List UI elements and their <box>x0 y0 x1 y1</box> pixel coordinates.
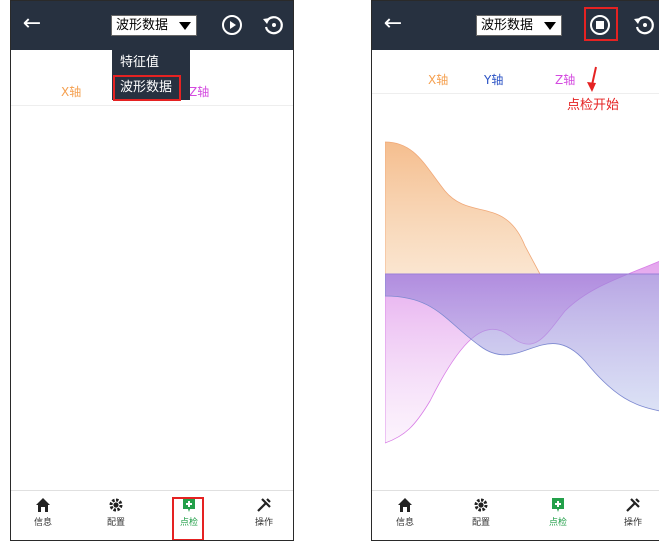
select-value: 波形数据 <box>481 18 534 33</box>
tab-x-axis[interactable]: X轴 <box>61 83 81 100</box>
tab-x-axis[interactable]: X轴 <box>428 71 448 88</box>
annotation-arrow-icon <box>587 66 597 92</box>
dropdown-option-feature[interactable]: 特征值 <box>112 50 190 75</box>
gear-icon <box>109 498 123 512</box>
bottom-nav: 信息 配置 点检 操作 <box>11 490 293 540</box>
caret-down-icon <box>179 22 191 30</box>
tab-z-axis[interactable]: Z轴 <box>189 83 209 100</box>
tab-z-axis[interactable]: Z轴 <box>555 71 575 88</box>
nav-info[interactable]: 信息 <box>18 495 68 535</box>
nav-label: 点检 <box>548 518 567 528</box>
play-icon[interactable] <box>220 13 244 37</box>
nav-label: 配置 <box>106 518 125 528</box>
gear-icon <box>474 498 488 512</box>
tab-y-axis[interactable]: Y轴 <box>484 71 503 88</box>
highlight-box <box>113 75 181 101</box>
highlight-box <box>172 497 204 540</box>
highlight-box <box>584 7 618 41</box>
inspection-icon <box>552 498 564 512</box>
home-icon <box>36 498 50 512</box>
nav-label: 信息 <box>395 518 414 528</box>
nav-label: 信息 <box>33 518 52 528</box>
nav-operation[interactable]: 操作 <box>239 495 289 535</box>
caret-down-icon <box>544 22 556 30</box>
nav-config[interactable]: 配置 <box>456 495 506 535</box>
tools-icon <box>626 498 640 512</box>
select-value: 波形数据 <box>116 18 169 33</box>
nav-label: 操作 <box>623 518 642 528</box>
left-screen: ← 波形数据 X轴 Z轴 特征值 波形数据 信息 配置 点检 操作 <box>10 0 294 541</box>
reset-icon[interactable] <box>261 13 285 37</box>
nav-label: 配置 <box>471 518 490 528</box>
data-type-select[interactable]: 波形数据 <box>476 15 562 36</box>
waveform-chart <box>385 141 659 444</box>
nav-label: 操作 <box>254 518 273 528</box>
back-arrow-icon[interactable]: ← <box>19 11 45 37</box>
reset-icon[interactable] <box>632 13 656 37</box>
home-icon <box>398 498 412 512</box>
nav-config[interactable]: 配置 <box>91 495 141 535</box>
axis-tabs: X轴 Y轴 Z轴 <box>372 63 659 94</box>
nav-inspection[interactable]: 点检 <box>533 495 583 535</box>
annotation-label: 点检开始 <box>567 98 620 113</box>
right-screen: ← 波形数据 X轴 Y轴 Z轴 点检开始 信息 配置 点检 操作 <box>371 0 659 541</box>
tools-icon <box>257 498 271 512</box>
top-bar: ← 波形数据 <box>11 1 293 50</box>
nav-info[interactable]: 信息 <box>380 495 430 535</box>
back-arrow-icon[interactable]: ← <box>380 11 406 37</box>
x-axis-waveform <box>385 141 541 275</box>
bottom-nav: 信息 配置 点检 操作 <box>372 490 659 540</box>
data-type-select[interactable]: 波形数据 <box>111 15 197 36</box>
nav-operation[interactable]: 操作 <box>608 495 658 535</box>
